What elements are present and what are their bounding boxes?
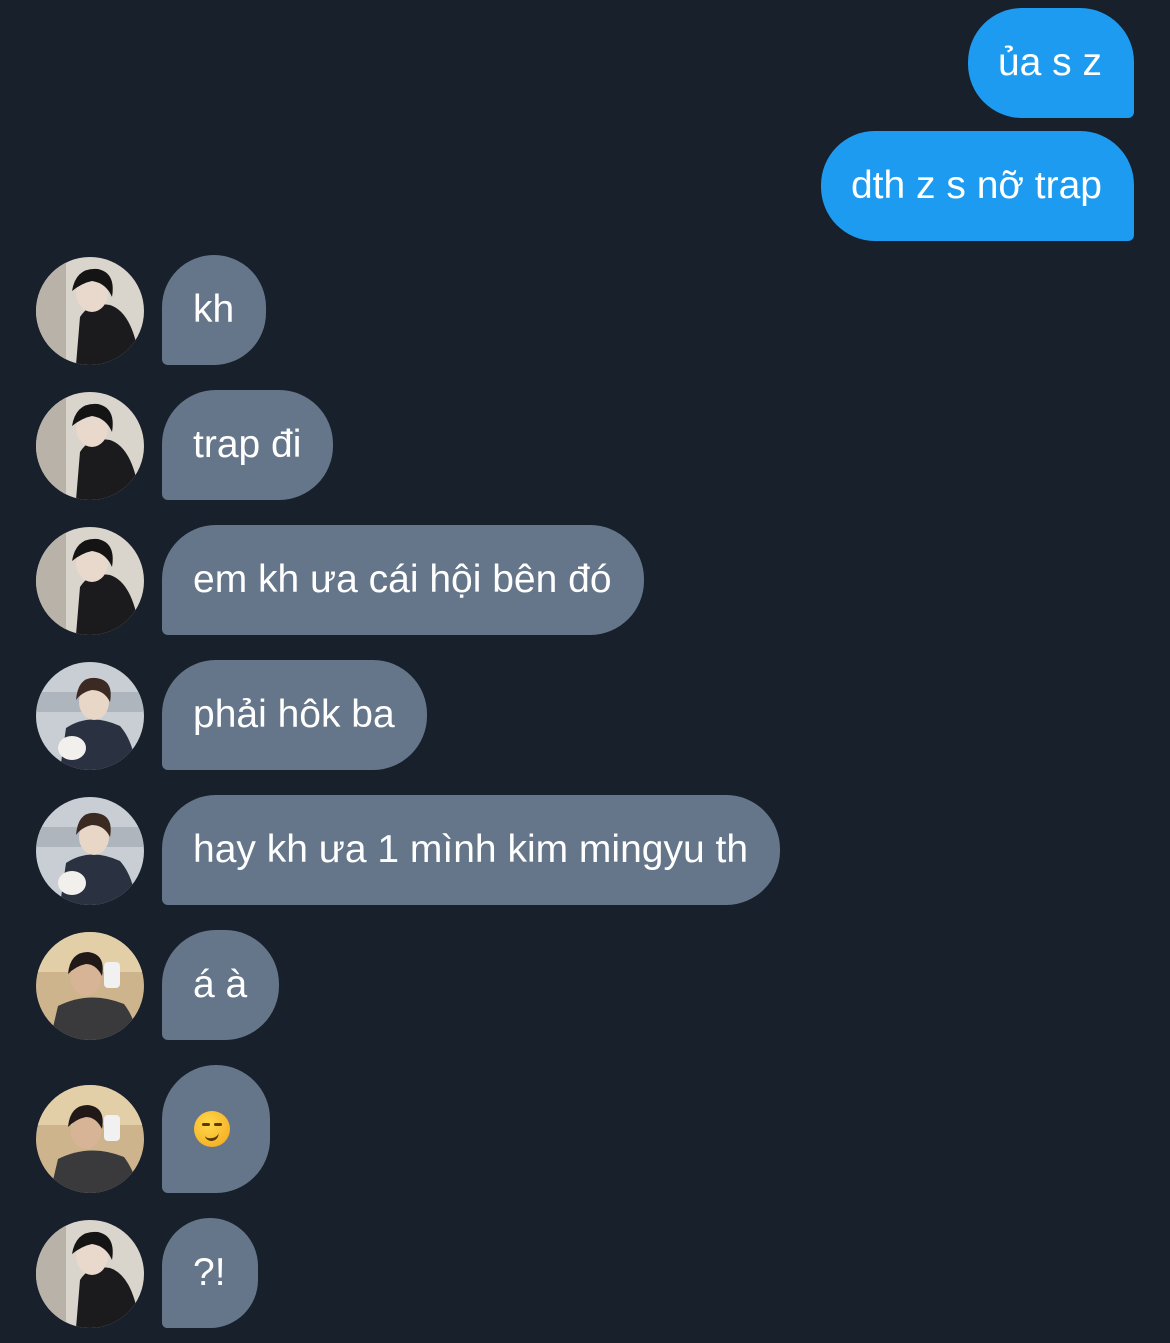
incoming-message-bubble[interactable]: trap đi: [162, 390, 334, 500]
outgoing-message-bubble[interactable]: ủa s z: [967, 8, 1134, 118]
message-text: dth z s nỡ trap: [850, 164, 1102, 207]
incoming-message-bubble[interactable]: hay kh ưa 1 mình kim mingyu th: [162, 795, 781, 905]
sender-avatar-c[interactable]: [36, 1085, 144, 1193]
incoming-message-bubble[interactable]: em kh ưa cái hội bên đó: [162, 525, 644, 635]
message-text: em kh ưa cái hội bên đó: [193, 558, 612, 601]
sender-avatar-b[interactable]: [36, 797, 144, 905]
message-text: trap đi: [193, 423, 302, 466]
sender-avatar-a[interactable]: [36, 1220, 144, 1328]
sender-avatar-a[interactable]: [36, 392, 144, 500]
sender-avatar-a[interactable]: [36, 257, 144, 365]
incoming-message-bubble[interactable]: ?!: [162, 1218, 258, 1328]
incoming-message-bubble[interactable]: á à: [162, 930, 280, 1040]
message-text: kh: [193, 288, 235, 331]
sender-avatar-a[interactable]: [36, 527, 144, 635]
message-text: hay kh ưa 1 mình kim mingyu th: [193, 828, 749, 871]
sender-avatar-c[interactable]: [36, 932, 144, 1040]
sender-avatar-b[interactable]: [36, 662, 144, 770]
message-text: ?!: [193, 1251, 226, 1294]
incoming-message-bubble[interactable]: [162, 1065, 270, 1193]
message-text: á à: [193, 963, 248, 1006]
outgoing-message-bubble[interactable]: dth z s nỡ trap: [820, 131, 1134, 241]
message-text: ủa s z: [997, 41, 1102, 84]
incoming-message-bubble[interactable]: phải hôk ba: [162, 660, 427, 770]
chat-thread[interactable]: ủa s z dth z s nỡ trap kh trap đi em kh …: [0, 0, 1170, 1343]
message-text: phải hôk ba: [193, 693, 395, 736]
smirking-face-emoji: [194, 1110, 230, 1147]
incoming-message-bubble[interactable]: kh: [162, 255, 267, 365]
